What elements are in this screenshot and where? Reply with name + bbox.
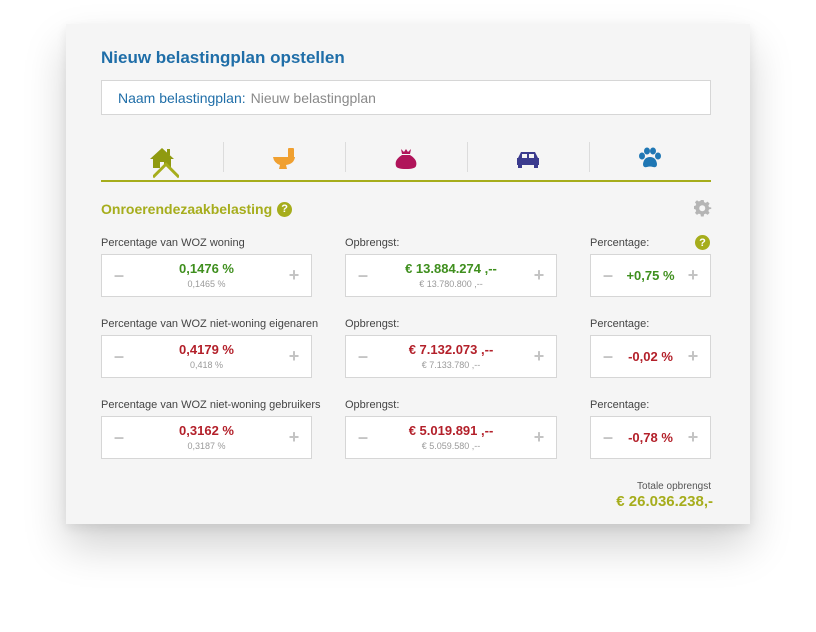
decrease-button[interactable]: – [591, 336, 625, 377]
rate-values: 0,3162 % 0,3187 % [136, 423, 277, 452]
toilet-icon [273, 148, 295, 169]
decrease-button[interactable]: – [591, 417, 625, 458]
plan-name-input[interactable]: Nieuw belastingplan [251, 90, 376, 106]
tax-plan-card: Nieuw belastingplan opstellen Naam belas… [66, 24, 750, 524]
car-icon [517, 152, 539, 168]
increase-button[interactable]: + [676, 336, 710, 377]
decrease-button[interactable]: – [591, 255, 625, 296]
revenue-value: € 13.884.274 ,-- [405, 261, 497, 276]
increase-button[interactable]: + [522, 255, 556, 296]
decrease-button[interactable]: – [346, 336, 380, 377]
revenue-stepper[interactable]: – € 7.132.073 ,-- € 7.133.780 ,-- + [345, 335, 557, 378]
percentage-stepper[interactable]: – -0,78 % + [590, 416, 711, 459]
gear-icon[interactable] [694, 200, 712, 218]
rate-values: 0,4179 % 0,418 % [136, 342, 277, 371]
rate-stepper[interactable]: – 0,4179 % 0,418 % + [101, 335, 312, 378]
revenue-values: € 7.132.073 ,-- € 7.133.780 ,-- [380, 342, 522, 371]
paw-icon [639, 147, 661, 168]
category-tabs [101, 136, 711, 182]
percentage-label: Percentage: [590, 237, 650, 249]
plan-name-field[interactable]: Naam belastingplan: Nieuw belastingplan [101, 80, 711, 115]
increase-button[interactable]: + [277, 336, 311, 377]
rate-stepper[interactable]: – 0,3162 % 0,3187 % + [101, 416, 312, 459]
increase-button[interactable]: + [522, 417, 556, 458]
section-title: Onroerendezaakbelasting ? [101, 201, 293, 217]
rate-value: 0,1476 % [179, 261, 234, 276]
increase-button[interactable]: + [522, 336, 556, 377]
percentage-stepper[interactable]: – +0,75 % + [590, 254, 711, 297]
percentage-values: -0,02 % [625, 349, 676, 364]
percentage-values: +0,75 % [625, 268, 676, 283]
rate-values: 0,1476 % 0,1465 % [136, 261, 277, 290]
plan-name-label: Naam belastingplan: [118, 89, 246, 106]
percentage-label: Percentage: [590, 399, 650, 411]
row-label: Percentage van WOZ niet-woning gebruiker… [101, 399, 321, 411]
percentage-value: -0,78 % [628, 430, 673, 445]
tab-dog[interactable] [589, 136, 711, 180]
rate-previous: 0,418 % [189, 360, 224, 370]
revenue-label: Opbrengst: [345, 237, 400, 249]
percentage-stepper[interactable]: – -0,02 % + [590, 335, 711, 378]
percentage-value: +0,75 % [626, 268, 675, 283]
help-icon[interactable]: ? [277, 201, 293, 217]
revenue-value: € 7.132.073 ,-- [408, 342, 494, 357]
section-title-text: Onroerendezaakbelasting [101, 201, 273, 217]
page-title: Nieuw belastingplan opstellen [101, 48, 345, 67]
increase-button[interactable]: + [277, 255, 311, 296]
decrease-button[interactable]: – [102, 255, 136, 296]
tab-property[interactable] [101, 136, 223, 180]
revenue-values: € 13.884.274 ,-- € 13.780.800 ,-- [380, 261, 522, 290]
total-revenue-label: Totale opbrengst [637, 481, 711, 492]
decrease-button[interactable]: – [346, 417, 380, 458]
money-bag-icon [395, 149, 417, 169]
revenue-stepper[interactable]: – € 5.019.891 ,-- € 5.059.580 ,-- + [345, 416, 557, 459]
rate-previous: 0,3187 % [187, 441, 226, 451]
decrease-button[interactable]: – [102, 336, 136, 377]
rate-previous: 0,1465 % [187, 279, 226, 289]
decrease-button[interactable]: – [102, 417, 136, 458]
row-label: Percentage van WOZ woning [101, 237, 245, 249]
tab-sewage[interactable] [223, 136, 345, 180]
total-revenue-value: € 26.036.238,- [616, 493, 713, 510]
revenue-label: Opbrengst: [345, 318, 400, 330]
row-label: Percentage van WOZ niet-woning eigenaren [101, 318, 319, 330]
percentage-values: -0,78 % [625, 430, 676, 445]
percentage-label: Percentage: [590, 318, 650, 330]
increase-button[interactable]: + [676, 255, 710, 296]
help-icon[interactable]: ? [695, 235, 710, 250]
revenue-previous: € 13.780.800 ,-- [419, 279, 483, 289]
revenue-previous: € 7.133.780 ,-- [421, 360, 481, 370]
tab-vehicle[interactable] [467, 136, 589, 180]
decrease-button[interactable]: – [346, 255, 380, 296]
revenue-values: € 5.019.891 ,-- € 5.059.580 ,-- [380, 423, 522, 452]
increase-button[interactable]: + [277, 417, 311, 458]
tab-waste[interactable] [345, 136, 467, 180]
revenue-value: € 5.019.891 ,-- [408, 423, 494, 438]
revenue-previous: € 5.059.580 ,-- [421, 441, 481, 451]
rate-stepper[interactable]: – 0,1476 % 0,1465 % + [101, 254, 312, 297]
increase-button[interactable]: + [676, 417, 710, 458]
rate-value: 0,4179 % [179, 342, 234, 357]
active-tab-caret [153, 162, 179, 179]
rate-value: 0,3162 % [179, 423, 234, 438]
percentage-value: -0,02 % [628, 349, 673, 364]
revenue-stepper[interactable]: – € 13.884.274 ,-- € 13.780.800 ,-- + [345, 254, 557, 297]
revenue-label: Opbrengst: [345, 399, 400, 411]
